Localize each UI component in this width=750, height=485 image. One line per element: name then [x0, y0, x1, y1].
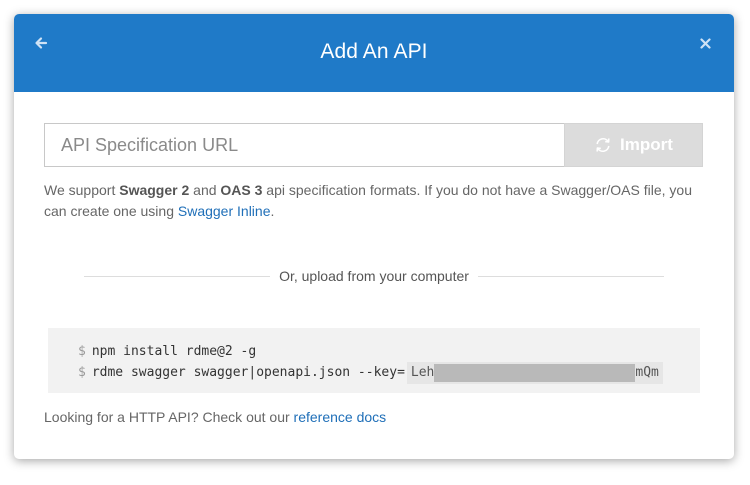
prompt: $: [78, 344, 86, 359]
api-url-input[interactable]: [44, 123, 564, 167]
support-and: and: [189, 182, 221, 198]
import-button[interactable]: Import: [564, 123, 703, 167]
prompt: $: [78, 365, 86, 380]
modal-body: Import We support Swagger 2 and OAS 3 ap…: [44, 123, 704, 425]
url-row: Import: [44, 123, 704, 167]
api-key-end: mQm: [635, 365, 659, 380]
install-command: npm install rdme@2 -g: [91, 344, 257, 359]
modal-header: Add An API: [14, 14, 734, 92]
import-button-label: Import: [620, 135, 673, 154]
swagger-inline-link[interactable]: Swagger Inline: [178, 203, 271, 219]
upload-divider: Or, upload from your computer: [44, 266, 704, 286]
support-prefix: We support: [44, 182, 120, 198]
support-suffix: .: [270, 203, 275, 219]
divider-line-right: [478, 276, 664, 277]
close-icon[interactable]: [700, 36, 714, 50]
api-key[interactable]: Leh mQm: [406, 362, 663, 384]
support-swagger: Swagger 2: [119, 182, 190, 198]
api-key-start: Leh: [410, 365, 435, 380]
support-oas: OAS 3: [220, 182, 263, 198]
code-line-install: $ npm install rdme@2 -g: [78, 342, 700, 362]
swagger-command: rdme swagger swagger|openapi.json --key=: [91, 365, 405, 380]
upload-divider-label: Or, upload from your computer: [269, 268, 479, 284]
support-text: We support Swagger 2 and OAS 3 api speci…: [44, 180, 704, 222]
code-line-swagger: $ rdme swagger swagger|openapi.json --key…: [78, 362, 700, 384]
footer-prefix: Looking for a HTTP API? Check out our: [44, 409, 294, 425]
divider-line-left: [84, 276, 270, 277]
api-key-redacted: [434, 364, 636, 382]
reference-docs-link[interactable]: reference docs: [294, 409, 387, 425]
add-api-modal: Add An API Import We sup: [14, 14, 734, 459]
modal-title: Add An API: [320, 40, 428, 63]
refresh-icon: [594, 136, 612, 154]
footer-text: Looking for a HTTP API? Check out our re…: [44, 409, 704, 425]
cli-code-block: $ npm install rdme@2 -g $ rdme swagger swa…: [48, 328, 700, 393]
